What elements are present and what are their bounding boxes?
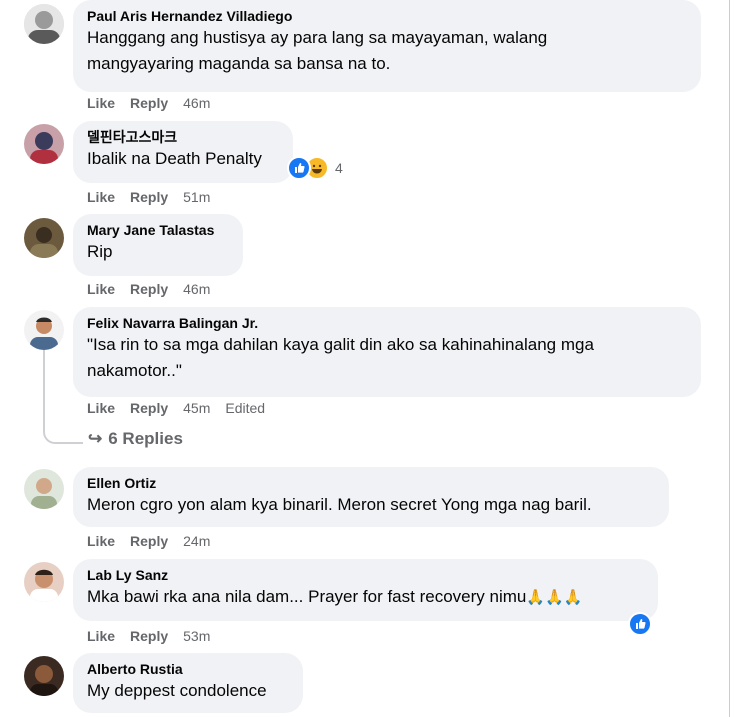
avatar[interactable]	[24, 310, 64, 350]
comment-actions: Like Reply 51m	[87, 189, 225, 205]
comment-text: Hanggang ang hustisya ay para lang sa ma…	[87, 28, 548, 73]
comment-author[interactable]: Felix Navarra Balingan Jr.	[87, 314, 687, 332]
reply-arrow-icon: ↪	[88, 429, 103, 448]
comment-actions: Like Reply 46m	[87, 95, 225, 111]
avatar[interactable]	[24, 4, 64, 44]
comment-bubble: 델핀타고스마크 Ibalik na Death Penalty	[73, 121, 293, 183]
comment-bubble: Paul Aris Hernandez Villadiego Hanggang …	[73, 0, 701, 92]
comment-time[interactable]: 51m	[183, 189, 210, 205]
comment-bubble: Mary Jane Talastas Rip	[73, 214, 243, 276]
comment-actions: Like Reply 46m	[87, 281, 225, 297]
comment-author[interactable]: Paul Aris Hernandez Villadiego	[87, 7, 687, 25]
reply-button[interactable]: Reply	[130, 189, 168, 205]
comment-bubble: Felix Navarra Balingan Jr. "Isa rin to s…	[73, 307, 701, 397]
avatar[interactable]	[24, 562, 64, 602]
comment-actions: Like Reply 53m	[87, 628, 225, 644]
reaction-count: 4	[335, 160, 343, 176]
like-icon	[628, 612, 652, 636]
comment-text: Rip	[87, 242, 113, 261]
comment-author[interactable]: 델핀타고스마크	[87, 128, 279, 146]
avatar[interactable]	[24, 124, 64, 164]
comment-text: Mka bawi rka ana nila dam... Prayer for …	[87, 584, 644, 611]
comment-time[interactable]: 46m	[183, 95, 210, 111]
like-icon	[287, 156, 311, 180]
reply-button[interactable]: Reply	[130, 281, 168, 297]
like-button[interactable]: Like	[87, 533, 115, 549]
comment-actions: Like Reply 45m Edited	[87, 400, 280, 416]
reaction-summary[interactable]: 4	[287, 156, 343, 180]
edited-label: Edited	[225, 400, 266, 416]
like-button[interactable]: Like	[87, 281, 115, 297]
comment-time[interactable]: 24m	[183, 533, 210, 549]
reply-button[interactable]: Reply	[130, 400, 168, 416]
replies-count: 6 Replies	[108, 429, 183, 448]
comment-author[interactable]: Ellen Ortiz	[87, 474, 655, 492]
reply-button[interactable]: Reply	[130, 628, 168, 644]
view-replies-link[interactable]: ↪ 6 Replies	[88, 429, 183, 449]
comment-bubble: Alberto Rustia My deppest condolence	[73, 653, 303, 713]
comment-text: Meron cgro yon alam kya binaril. Meron s…	[87, 495, 592, 514]
comment-text: "Isa rin to sa mga dahilan kaya galit di…	[87, 335, 594, 380]
comment-author[interactable]: Alberto Rustia	[87, 660, 289, 678]
reaction-summary[interactable]	[628, 612, 652, 636]
comment-actions: Like Reply 24m	[87, 533, 225, 549]
comment-bubble: Lab Ly Sanz Mka bawi rka ana nila dam...…	[73, 559, 658, 621]
like-button[interactable]: Like	[87, 400, 115, 416]
comment-bubble: Ellen Ortiz Meron cgro yon alam kya bina…	[73, 467, 669, 527]
comment-time[interactable]: 45m	[183, 400, 210, 416]
comment-text-body: Mka bawi rka ana nila dam... Prayer for …	[87, 587, 527, 606]
comment-author[interactable]: Mary Jane Talastas	[87, 221, 229, 239]
avatar[interactable]	[24, 218, 64, 258]
comment-text: Ibalik na Death Penalty	[87, 149, 262, 168]
like-button[interactable]: Like	[87, 189, 115, 205]
comment-author[interactable]: Lab Ly Sanz	[87, 566, 644, 584]
like-button[interactable]: Like	[87, 628, 115, 644]
reply-button[interactable]: Reply	[130, 533, 168, 549]
comment-time[interactable]: 46m	[183, 281, 210, 297]
comment-time[interactable]: 53m	[183, 628, 210, 644]
avatar[interactable]	[24, 656, 64, 696]
reply-button[interactable]: Reply	[130, 95, 168, 111]
avatar[interactable]	[24, 469, 64, 509]
comment-text: My deppest condolence	[87, 681, 267, 700]
pray-emoji: 🙏🙏🙏	[526, 589, 583, 606]
like-button[interactable]: Like	[87, 95, 115, 111]
